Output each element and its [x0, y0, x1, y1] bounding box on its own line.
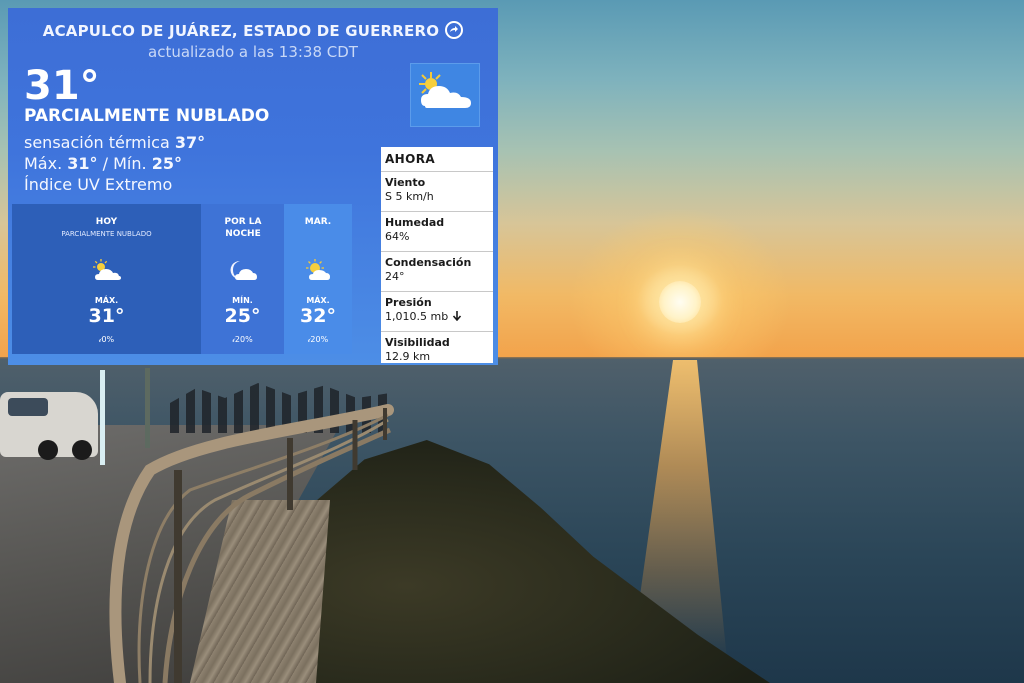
dew-point-label: Condensación: [385, 256, 472, 269]
dew-point-value: 24°: [385, 270, 405, 283]
max-label: Máx.: [24, 154, 63, 173]
current-condition: PARCIALMENTE NUBLADO: [24, 106, 270, 126]
visibility-label: Visibilidad: [385, 336, 450, 349]
forecast-rain: 𝒾20%: [284, 335, 352, 345]
arrow-down-icon: [452, 310, 462, 323]
partly-cloudy-icon: [301, 258, 335, 284]
partly-cloudy-icon: [410, 63, 480, 127]
forecast-strip: HOY PARCIALMENTE NUBLADO MÁX. 31° 𝒾0% PO…: [12, 204, 352, 354]
forecast-rain: 𝒾20%: [201, 335, 284, 345]
forecast-rain: 𝒾0%: [12, 335, 201, 345]
partly-cloudy-icon: [90, 258, 124, 284]
forecast-temp: 31°: [88, 305, 125, 327]
forecast-rain-value: 20%: [310, 335, 329, 344]
max-min: Máx. 31° / Mín. 25°: [24, 153, 205, 174]
current-temperature: 31°: [24, 63, 100, 109]
updated-time: actualizado a las 13:38 CDT: [148, 43, 358, 61]
forecast-night[interactable]: POR LA NOCHE MÍN. 25° 𝒾20%: [201, 204, 284, 354]
forecast-temp: 32°: [300, 305, 336, 327]
wind-value: S 5 km/h: [385, 190, 434, 203]
min-value: 25°: [151, 154, 182, 173]
dew-point-row: Condensación 24°: [381, 251, 493, 291]
pressure-label: Presión: [385, 296, 432, 309]
forecast-title: MAR.: [304, 217, 332, 227]
location-header: ACAPULCO DE JUÁREZ, ESTADO DE GUERRERO: [8, 21, 498, 40]
forecast-rain-value: 20%: [234, 335, 253, 344]
feels-like: sensación térmica 37°: [24, 132, 205, 153]
location-name: ACAPULCO DE JUÁREZ, ESTADO DE GUERRERO: [42, 22, 440, 40]
max-value: 31°: [67, 154, 98, 173]
current-conditions-panel: AHORA Viento S 5 km/h Humedad 64% Conden…: [381, 147, 493, 363]
arrow-circle-icon[interactable]: [445, 21, 464, 39]
current-details: sensación térmica 37° Máx. 31° / Mín. 25…: [24, 132, 205, 195]
pressure-row: Presión 1,010.5 mb: [381, 291, 493, 331]
forecast-temp-label: MÁX.: [94, 296, 119, 305]
forecast-rain-value: 0%: [101, 335, 115, 344]
feels-like-label: sensación térmica: [24, 133, 170, 152]
forecast-today[interactable]: HOY PARCIALMENTE NUBLADO MÁX. 31° 𝒾0%: [12, 204, 201, 354]
wind-row: Viento S 5 km/h: [381, 171, 493, 211]
min-label: Mín.: [113, 154, 147, 173]
wind-label: Viento: [385, 176, 426, 189]
pressure-value: 1,010.5 mb: [385, 310, 449, 323]
visibility-value: 12.9 km: [385, 350, 431, 363]
panel-title: AHORA: [385, 152, 436, 166]
forecast-subtitle: PARCIALMENTE NUBLADO: [61, 230, 152, 238]
visibility-row: Visibilidad 12.9 km: [381, 331, 493, 363]
forecast-title: HOY: [95, 217, 118, 227]
humidity-label: Humedad: [385, 216, 445, 229]
humidity-value: 64%: [385, 230, 410, 243]
forecast-temp: 25°: [224, 305, 261, 327]
feels-like-value: 37°: [174, 133, 206, 152]
max-min-separator: /: [102, 154, 109, 173]
cloudy-night-icon: [226, 258, 260, 284]
forecast-tuesday[interactable]: MAR. MÁX. 32° 𝒾20%: [284, 204, 352, 354]
pressure-line: 1,010.5 mb: [385, 310, 489, 324]
forecast-temp-label: MÍN.: [232, 296, 253, 305]
forecast-temp-label: MÁX.: [306, 296, 330, 305]
weather-widget: ACAPULCO DE JUÁREZ, ESTADO DE GUERRERO a…: [8, 8, 498, 365]
uv-index: Índice UV Extremo: [24, 175, 173, 194]
humidity-row: Humedad 64%: [381, 211, 493, 251]
forecast-title: POR LA NOCHE: [224, 217, 262, 239]
